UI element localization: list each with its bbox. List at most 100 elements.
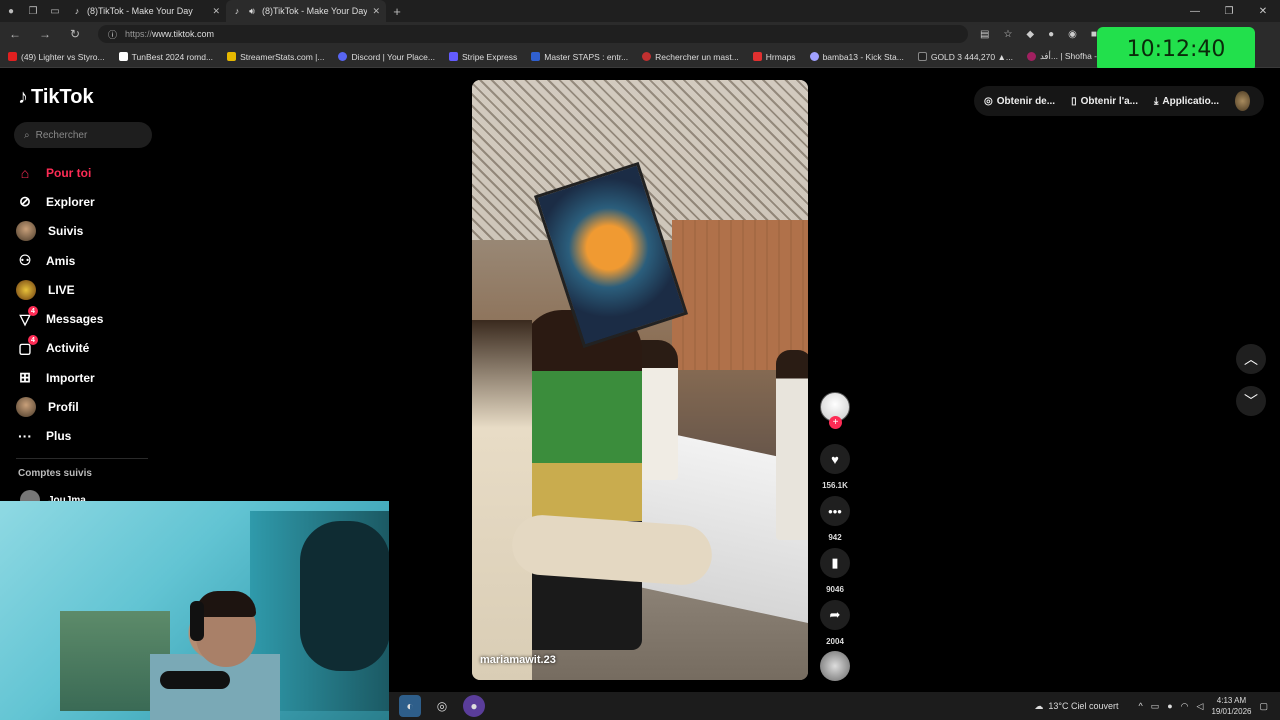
sidebar-item-profil[interactable]: Profil — [16, 392, 166, 421]
sidebar-divider — [16, 458, 148, 459]
heart-icon[interactable]: ♥ — [820, 444, 850, 474]
sidebar-item-plus[interactable]: ··· Plus — [16, 422, 166, 451]
kick-icon — [809, 52, 819, 61]
tradingview-icon — [917, 52, 927, 61]
microphone-icon[interactable]: ● — [1167, 701, 1172, 711]
page-icon — [118, 52, 128, 61]
tiktok-favicon-icon: ♪ — [234, 6, 240, 16]
wifi-icon[interactable]: ◠ — [1181, 701, 1189, 712]
chart-icon — [227, 52, 237, 61]
comment-action[interactable]: ••• 942 — [817, 496, 853, 542]
notification-icon[interactable]: ▢ — [1259, 701, 1268, 712]
browser-tab-2[interactable]: ♪ 🔊︎ (8)TikTok - Make Your Day ✕ — [226, 0, 386, 22]
extension-icon[interactable]: ● — [1048, 29, 1054, 40]
forward-icon[interactable]: → — [30, 27, 60, 41]
obs-taskbar-icon[interactable]: ◎ — [431, 695, 453, 717]
bookmark-item[interactable]: Rechercher un mast... — [642, 52, 739, 62]
avatar — [16, 397, 36, 418]
sidebar-item-messages[interactable]: ▽ 4 Messages — [16, 304, 166, 333]
search-placeholder: Rechercher — [35, 129, 88, 141]
browser-taskbar-icon[interactable]: ◐ — [399, 695, 421, 717]
speaker-icon[interactable]: ◁ — [1197, 701, 1204, 712]
discord-icon — [338, 52, 348, 61]
close-window-icon[interactable]: ✕ — [1246, 6, 1280, 17]
bookmark-icon[interactable]: ▮ — [820, 548, 850, 578]
browser-tabbar: ● ❐ ▭ ♪ (8)TikTok - Make Your Day ✕ ♪ 🔊︎… — [0, 0, 1280, 22]
activity-icon: ▢ 4 — [16, 335, 38, 357]
extension-icon[interactable]: ◆ — [1026, 29, 1034, 40]
video-player[interactable]: mariamawit.23 — [472, 80, 808, 680]
sidebar-item-explorer[interactable]: ⊘ Explorer — [16, 187, 166, 216]
weather-widget[interactable]: ☁ 13°C Ciel couvert — [1034, 701, 1118, 712]
video-author[interactable]: mariamawit.23 — [480, 654, 556, 666]
url-field[interactable]: ⓘ https://www.tiktok.com — [98, 25, 968, 43]
taskbar: ◐ ◎ ● ☁ 13°C Ciel couvert ^ ▭ ● ◠ ◁ 4:13… — [389, 692, 1280, 720]
speaker-icon[interactable]: 🔊︎ — [247, 6, 257, 16]
workspaces-icon[interactable]: ❐ — [22, 0, 44, 22]
bookmark-item[interactable]: Stripe Express — [448, 52, 517, 62]
share-icon[interactable]: ➦ — [820, 600, 850, 630]
close-tab-icon[interactable]: ✕ — [212, 6, 220, 17]
tiktok-favicon-icon: ♪ — [74, 6, 80, 16]
sidebar-item-importer[interactable]: ⊞ Importer — [16, 363, 166, 392]
minimize-icon[interactable]: — — [1178, 6, 1212, 17]
sidebar-item-live[interactable]: LIVE — [16, 275, 166, 304]
chevron-up-icon[interactable]: ^ — [1138, 701, 1142, 711]
save-action[interactable]: ▮ 9046 — [817, 548, 853, 594]
next-video-button[interactable]: ﹀ — [1236, 386, 1266, 416]
comment-icon[interactable]: ••• — [820, 496, 850, 526]
like-action[interactable]: ♥ 156.1K — [817, 444, 853, 490]
share-action[interactable]: ➦ 2004 — [817, 600, 853, 646]
back-icon[interactable]: ← — [0, 27, 30, 41]
like-count: 156.1K — [822, 481, 848, 490]
follow-button[interactable]: + — [829, 416, 842, 429]
network-icon[interactable]: ▭ — [1151, 701, 1160, 712]
bookmark-item[interactable]: GOLD 3 444,270 ▲... — [917, 52, 1013, 62]
sidebar-item-amis[interactable]: ⚇ Amis — [16, 246, 166, 275]
bookmark-item[interactable]: StreamerStats.com |... — [227, 52, 324, 62]
tab-actions-icon[interactable]: ▭ — [44, 0, 66, 22]
close-tab-icon[interactable]: ✕ — [372, 6, 380, 17]
bookmark-item[interactable]: (49) Lighter vs Styro... — [8, 52, 105, 62]
profile-avatar[interactable] — [1235, 91, 1250, 111]
sidebar-item-pour-toi[interactable]: ⌂ Pour toi — [16, 158, 166, 187]
more-icon: ··· — [18, 428, 32, 445]
webcam-overlay — [0, 501, 389, 720]
share-count: 2004 — [826, 637, 844, 646]
tiktok-logo[interactable]: ♪ TikTok — [18, 86, 94, 109]
star-icon[interactable]: ☆ — [1003, 29, 1012, 40]
bookmark-item[interactable]: Master STAPS : entr... — [531, 52, 628, 62]
extension-icon[interactable]: ◉ — [1068, 29, 1077, 40]
sidebar-item-suivis[interactable]: Suivis — [16, 217, 166, 246]
sidebar-item-activite[interactable]: ▢ 4 Activité — [16, 334, 166, 363]
clock[interactable]: 4:13 AM 19/01/2026 — [1211, 695, 1251, 717]
shofha-icon — [1026, 52, 1036, 61]
bookmark-item[interactable]: Hrmaps — [752, 52, 796, 62]
restore-icon[interactable]: ❐ — [1212, 6, 1246, 17]
search-input[interactable]: ⌕ Rechercher — [14, 122, 152, 148]
site-info-icon[interactable]: ⓘ — [108, 28, 117, 41]
previous-video-button[interactable]: ︿ — [1236, 344, 1266, 374]
desktop-app-button[interactable]: ⤓ Applicatio... — [1154, 96, 1219, 107]
download-icon: ⤓ — [1153, 95, 1159, 107]
browser-tab-1[interactable]: ♪ (8)TikTok - Make Your Day ✕ — [66, 0, 226, 22]
new-tab-button[interactable]: + — [386, 4, 408, 19]
get-app-button[interactable]: ▯ Obtenir l'a... — [1071, 96, 1138, 107]
music-disc[interactable] — [820, 651, 850, 681]
app-taskbar-icon[interactable]: ● — [463, 695, 485, 717]
tiktok-note-icon: ♪ — [18, 86, 28, 108]
school-icon — [642, 52, 652, 61]
bookmark-item[interactable]: TunBest 2024 romd... — [118, 52, 213, 62]
tab-title: (8)TikTok - Make Your Day — [87, 6, 193, 16]
reload-icon[interactable]: ↻ — [60, 27, 90, 41]
globe-icon — [531, 52, 541, 61]
stripe-icon — [448, 52, 458, 61]
friends-icon: ⚇ — [18, 252, 32, 269]
reader-icon[interactable]: ▤ — [980, 29, 989, 40]
profile-icon[interactable]: ● — [0, 0, 22, 22]
hr-icon — [752, 52, 762, 61]
bookmark-item[interactable]: bamba13 - Kick Sta... — [809, 52, 904, 62]
cloud-icon: ☁ — [1034, 700, 1044, 711]
get-coins-button[interactable]: ◎ Obtenir de... — [984, 96, 1055, 107]
bookmark-item[interactable]: Discord | Your Place... — [338, 52, 435, 62]
